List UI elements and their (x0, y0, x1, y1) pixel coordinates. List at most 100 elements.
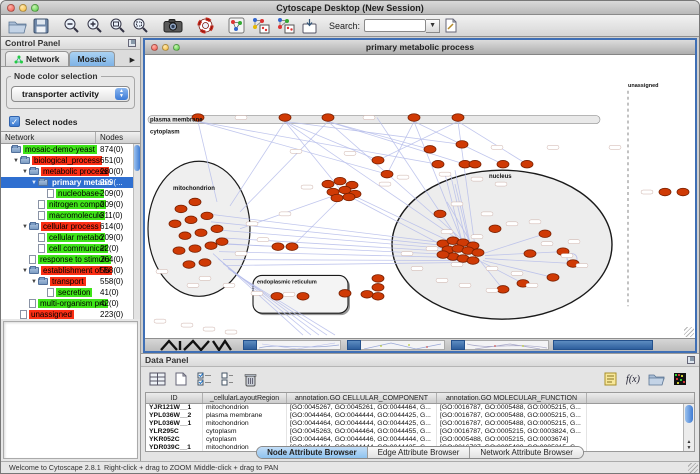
network-node[interactable] (189, 198, 201, 206)
network-node[interactable] (467, 257, 479, 265)
expand-arrow-icon[interactable]: ▼ (21, 169, 29, 175)
column-header[interactable]: _cellularLayoutRegion (202, 393, 286, 403)
network-node[interactable] (361, 291, 373, 299)
table-scrollbar[interactable]: ▲▼ (683, 404, 694, 451)
network-node[interactable] (659, 188, 671, 196)
float-panel-icon[interactable] (128, 39, 136, 47)
tree-row[interactable]: ▼primary metabo209(... (1, 177, 133, 188)
column-header[interactable]: annotation.GO MOLECULAR_FUNCTION (436, 393, 586, 403)
network-node[interactable] (205, 242, 217, 250)
expand-arrow-icon[interactable]: ▼ (30, 279, 38, 285)
network-node[interactable] (185, 216, 197, 224)
table-row[interactable]: YLR295Ccytoplasm[GO:0045263, GO:0044464,… (146, 428, 694, 436)
tab-network-attribute-browser[interactable]: Network Attribute Browser (469, 447, 582, 458)
table-row[interactable]: YKR052Ccytoplasm[GO:0044464, GO:0044446,… (146, 436, 694, 444)
network-node[interactable] (677, 188, 689, 196)
minimized-window-button[interactable] (347, 340, 361, 350)
layout-network-button[interactable] (249, 16, 272, 35)
network-node[interactable] (472, 249, 484, 257)
network-node[interactable] (489, 225, 501, 233)
node-color-combobox[interactable]: transporter activity ▲▼ (11, 86, 130, 102)
save-session-button[interactable] (31, 16, 51, 35)
search-input[interactable] (364, 19, 426, 32)
table-row[interactable]: YPL036W__2plasma membrane[GO:0044464, GO… (146, 412, 694, 420)
import-button[interactable] (299, 16, 320, 35)
network-node[interactable] (286, 243, 298, 251)
tree-row[interactable]: nucleobase-209(0) (1, 188, 133, 199)
network-node[interactable] (179, 232, 191, 240)
network-node[interactable] (381, 170, 393, 178)
open-session-button[interactable] (6, 16, 29, 35)
table-scrollbar-thumb[interactable] (685, 405, 693, 423)
network-node[interactable] (175, 205, 187, 213)
tree-row[interactable]: ▼establishment of lo558(0) (1, 265, 133, 276)
layout-selected-button[interactable] (274, 16, 297, 35)
tree-row[interactable]: ▼biological_process651(0) (1, 155, 133, 166)
tab-node-attribute-browser[interactable]: Node Attribute Browser (257, 447, 367, 458)
attribute-table-button[interactable] (147, 370, 168, 388)
network-node[interactable] (452, 114, 464, 122)
column-header[interactable]: ID (146, 393, 202, 403)
network-node[interactable] (169, 220, 181, 228)
select-attributes-button[interactable] (194, 370, 214, 388)
minimized-window-button[interactable] (243, 340, 257, 350)
tree-row[interactable]: ▼cellular process614(0) (1, 221, 133, 232)
tree-row[interactable]: cell communicat22(0) (1, 243, 133, 254)
snapshot-button[interactable] (161, 16, 185, 35)
tree-row[interactable]: secretion41(0) (1, 287, 133, 298)
search-options-button[interactable]: ▼ (426, 19, 440, 33)
network-node[interactable] (343, 193, 355, 201)
delete-attribute-button[interactable] (240, 370, 260, 388)
network-node[interactable] (216, 238, 228, 246)
network-node[interactable] (322, 180, 334, 188)
tree-scrollbar[interactable] (133, 144, 140, 319)
tree-row[interactable]: multi-organism pro42(0) (1, 298, 133, 309)
tree-row[interactable]: cellular metabo209(0) (1, 232, 133, 243)
network-node[interactable] (469, 160, 481, 168)
network-node[interactable] (497, 286, 509, 294)
minimized-window-button[interactable] (553, 340, 653, 350)
network-node[interactable] (434, 210, 446, 218)
expand-arrow-icon[interactable]: ▼ (21, 268, 29, 274)
network-node[interactable] (331, 194, 343, 202)
tab-network[interactable]: Network (5, 51, 69, 66)
attribute-list-button[interactable] (600, 370, 620, 388)
unselect-attributes-button[interactable] (217, 370, 237, 388)
tab-edge-attribute-browser[interactable]: Edge Attribute Browser (367, 447, 470, 458)
network-canvas[interactable]: plasma membrane cytoplasm mitochondrion … (145, 55, 695, 338)
search-config-button[interactable] (441, 16, 461, 35)
tree-row[interactable]: unassigned223(0) (1, 309, 133, 319)
birdseye-view[interactable] (3, 321, 138, 459)
network-node[interactable] (272, 243, 284, 251)
network-node[interactable] (437, 251, 449, 259)
expand-arrow-icon[interactable]: ▼ (21, 224, 29, 230)
tree-row[interactable]: macromolecule311(0) (1, 210, 133, 221)
tab-mosaic[interactable]: Mosaic (69, 51, 116, 66)
network-node[interactable] (334, 177, 346, 185)
vizmapper-button[interactable] (226, 16, 247, 35)
network-node[interactable] (195, 229, 207, 237)
canvas-resize-grip[interactable] (684, 327, 694, 337)
minimized-window-button[interactable] (451, 340, 465, 350)
network-node[interactable] (279, 114, 291, 122)
tree-row[interactable]: ▼metabolic process280(0) (1, 166, 133, 177)
window-resize-grip[interactable] (688, 463, 698, 473)
network-node[interactable] (211, 225, 223, 233)
formula-button[interactable]: f(x) (623, 370, 643, 388)
tree-row[interactable]: mosaic-demo-yeast874(0) (1, 144, 133, 155)
network-node[interactable] (497, 160, 509, 168)
expand-arrow-icon[interactable]: ▼ (30, 180, 38, 186)
new-attribute-button[interactable] (171, 370, 191, 388)
network-node[interactable] (372, 156, 384, 164)
zoom-fit-button[interactable] (107, 16, 128, 35)
network-node[interactable] (372, 275, 384, 283)
expand-arrow-icon[interactable]: ▼ (12, 158, 20, 164)
network-node[interactable] (173, 247, 185, 255)
network-node[interactable] (432, 160, 444, 168)
network-node[interactable] (297, 293, 309, 301)
tree-row[interactable]: response to stimulu264(0) (1, 254, 133, 265)
heatmap-button[interactable] (670, 370, 690, 388)
import-attributes-button[interactable] (646, 370, 667, 388)
network-node[interactable] (456, 141, 468, 149)
table-row[interactable]: YJR121W__1mitochondrion[GO:0045267, GO:0… (146, 404, 694, 412)
